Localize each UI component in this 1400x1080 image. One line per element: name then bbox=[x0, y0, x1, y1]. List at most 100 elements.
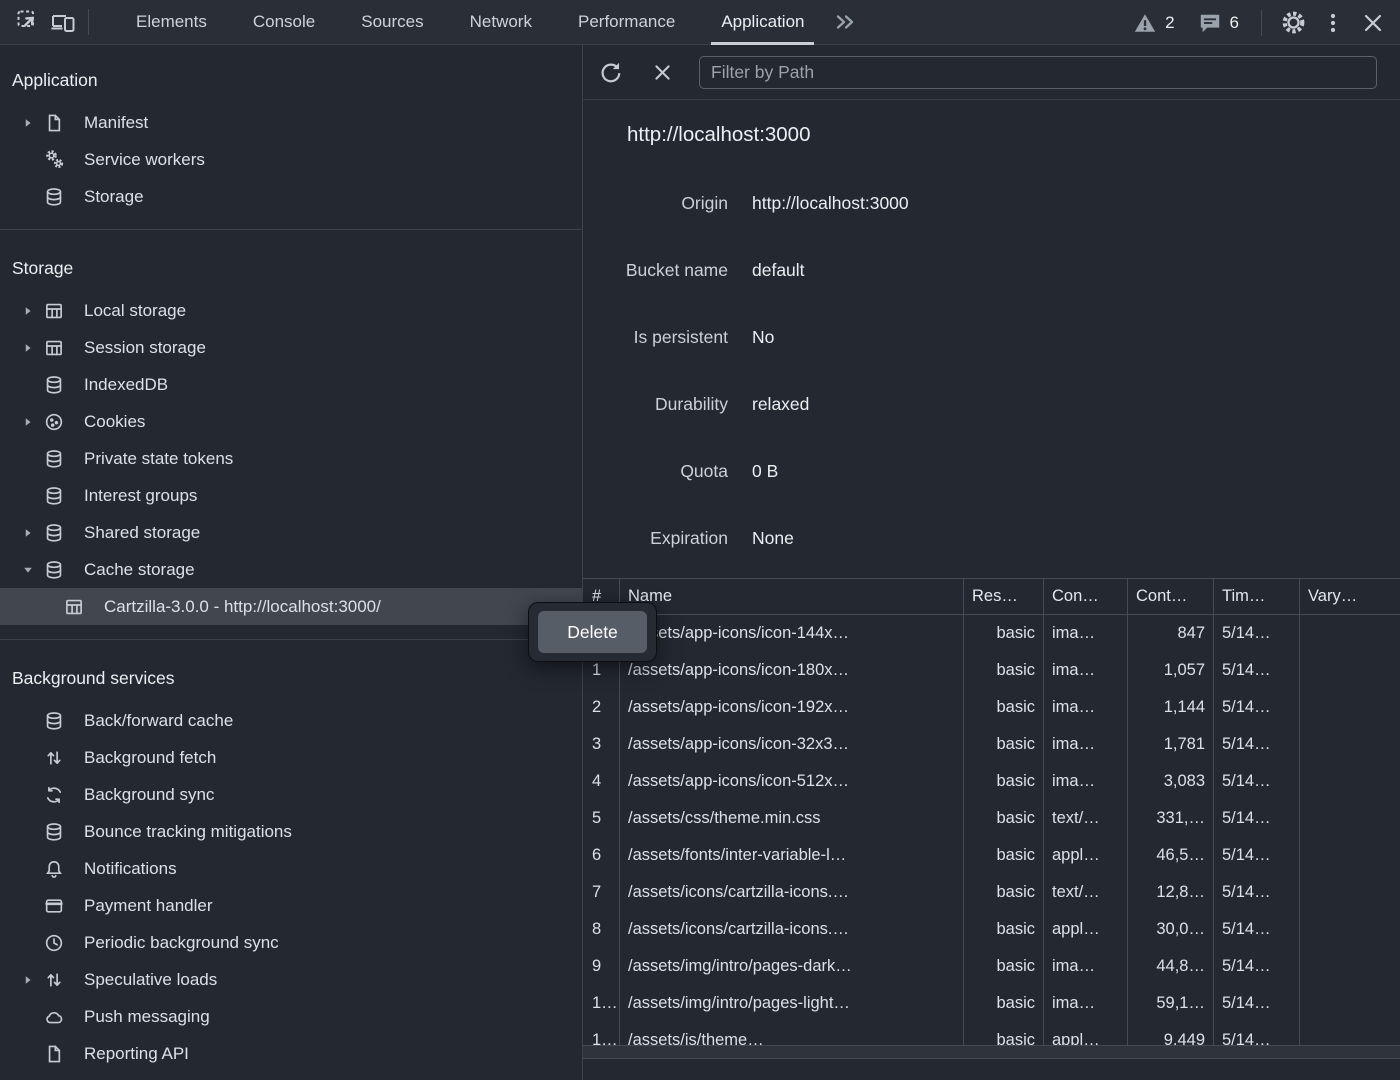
database-icon bbox=[44, 523, 74, 543]
sidebar-item-bounce-tracking-mitigations[interactable]: Bounce tracking mitigations bbox=[0, 813, 582, 850]
cell-vary bbox=[1300, 837, 1400, 874]
sidebar-item-indexeddb[interactable]: IndexedDB bbox=[0, 366, 582, 403]
card-icon bbox=[44, 896, 74, 916]
meta-row-origin: Origin http://localhost:3000 bbox=[583, 170, 1400, 237]
inspect-icon[interactable] bbox=[12, 5, 46, 39]
column-header-vary[interactable]: Vary… bbox=[1300, 579, 1400, 614]
table-row[interactable]: 9/assets/img/intro/pages-dark…basicima…4… bbox=[583, 948, 1400, 985]
sidebar-item-session-storage[interactable]: Session storage bbox=[0, 329, 582, 366]
sidebar-item-cache-storage[interactable]: Cache storage bbox=[0, 551, 582, 588]
table-row[interactable]: 1…/assets/js/theme…basicappl…9,4495/14… bbox=[583, 1022, 1400, 1045]
tab-sources[interactable]: Sources bbox=[343, 0, 441, 45]
cell-content-length: 1,781 bbox=[1128, 726, 1214, 763]
sidebar-item-periodic-background-sync[interactable]: Periodic background sync bbox=[0, 924, 582, 961]
database-icon bbox=[44, 822, 74, 842]
tab-performance[interactable]: Performance bbox=[560, 0, 693, 45]
sidebar-item-background-sync[interactable]: Background sync bbox=[0, 776, 582, 813]
cell-vary bbox=[1300, 726, 1400, 763]
devtools-window: Elements Console Sources Network Perform… bbox=[0, 0, 1400, 1080]
table-row[interactable]: 5/assets/css/theme.min.cssbasictext/…331… bbox=[583, 800, 1400, 837]
meta-row-quota: Quota 0 B bbox=[583, 438, 1400, 505]
cell-content-length: 59,1… bbox=[1128, 985, 1214, 1022]
sidebar-item-storage[interactable]: Storage bbox=[0, 178, 582, 215]
tab-application[interactable]: Application bbox=[703, 0, 822, 45]
chevron-right-icon[interactable] bbox=[22, 342, 44, 354]
sidebar-item-label: Notifications bbox=[84, 859, 177, 879]
tab-console[interactable]: Console bbox=[235, 0, 333, 45]
sidebar-item-label: Session storage bbox=[84, 338, 206, 358]
sidebar-item-back-forward-cache[interactable]: Back/forward cache bbox=[0, 702, 582, 739]
sidebar-item-label: Push messaging bbox=[84, 1007, 210, 1027]
chevron-down-icon[interactable] bbox=[22, 564, 44, 576]
sidebar-item-cookies[interactable]: Cookies bbox=[0, 403, 582, 440]
filter-by-path-input[interactable] bbox=[699, 56, 1377, 89]
more-tabs-icon[interactable] bbox=[827, 10, 863, 34]
column-header-name[interactable]: Name bbox=[620, 579, 964, 614]
chevron-right-icon[interactable] bbox=[22, 416, 44, 428]
cell-content-type: appl… bbox=[1044, 1022, 1128, 1045]
cell-content-length: 44,8… bbox=[1128, 948, 1214, 985]
kebab-menu-icon[interactable] bbox=[1316, 6, 1350, 40]
column-header-content-type[interactable]: Con… bbox=[1044, 579, 1128, 614]
table-row[interactable]: 1…/assets/img/intro/pages-light…basicima… bbox=[583, 985, 1400, 1022]
cell-content-type: text/… bbox=[1044, 874, 1128, 911]
sidebar-item-background-fetch[interactable]: Background fetch bbox=[0, 739, 582, 776]
chevron-right-icon[interactable] bbox=[22, 974, 44, 986]
console-messages-badge[interactable]: 6 bbox=[1189, 10, 1247, 36]
cell-content-length: 1,057 bbox=[1128, 652, 1214, 689]
sidebar-item-label: Reporting API bbox=[84, 1044, 189, 1064]
sidebar-item-service-workers[interactable]: Service workers bbox=[0, 141, 582, 178]
cell-name: /assets/app-icons/icon-192x… bbox=[620, 689, 964, 726]
cell-index: 3 bbox=[583, 726, 620, 763]
tab-elements[interactable]: Elements bbox=[118, 0, 225, 45]
table-row[interactable]: 2/assets/app-icons/icon-192x…basicima…1,… bbox=[583, 689, 1400, 726]
cell-content-length: 1,144 bbox=[1128, 689, 1214, 726]
cell-index: 1… bbox=[583, 1022, 620, 1045]
table-row[interactable]: 6/assets/fonts/inter-variable-l…basicapp… bbox=[583, 837, 1400, 874]
sidebar-item-push-messaging[interactable]: Push messaging bbox=[0, 998, 582, 1035]
cell-index: 7 bbox=[583, 874, 620, 911]
tab-network[interactable]: Network bbox=[452, 0, 550, 45]
column-header-response-type[interactable]: Res… bbox=[964, 579, 1044, 614]
chevron-right-icon[interactable] bbox=[22, 527, 44, 539]
column-header-time-cached[interactable]: Tim… bbox=[1214, 579, 1300, 614]
device-toolbar-icon[interactable] bbox=[46, 5, 80, 39]
sidebar-item-cache-cartzilla[interactable]: Cartzilla-3.0.0 - http://localhost:3000/ bbox=[0, 588, 582, 625]
cell-response-type: basic bbox=[964, 652, 1044, 689]
table-icon bbox=[44, 338, 74, 358]
sidebar-item-notifications[interactable]: Notifications bbox=[0, 850, 582, 887]
column-header-content-length[interactable]: Cont… bbox=[1128, 579, 1214, 614]
cell-vary bbox=[1300, 689, 1400, 726]
cell-time-cached: 5/14… bbox=[1214, 652, 1300, 689]
delete-button[interactable]: Delete bbox=[538, 611, 647, 653]
table-row[interactable]: 4/assets/app-icons/icon-512x…basicima…3,… bbox=[583, 763, 1400, 800]
settings-gear-icon[interactable] bbox=[1276, 6, 1310, 40]
table-row[interactable]: 1/assets/app-icons/icon-180x…basicima…1,… bbox=[583, 652, 1400, 689]
sidebar-item-private-state-tokens[interactable]: Private state tokens bbox=[0, 440, 582, 477]
chevron-right-icon[interactable] bbox=[22, 117, 44, 129]
sidebar-item-shared-storage[interactable]: Shared storage bbox=[0, 514, 582, 551]
chevron-right-icon[interactable] bbox=[22, 305, 44, 317]
cell-content-length: 847 bbox=[1128, 615, 1214, 652]
sidebar-item-reporting-api[interactable]: Reporting API bbox=[0, 1035, 582, 1072]
sidebar-item-manifest[interactable]: Manifest bbox=[0, 104, 582, 141]
cookie-icon bbox=[44, 412, 74, 432]
clear-icon[interactable] bbox=[647, 57, 677, 87]
table-row[interactable]: 8/assets/icons/cartzilla-icons.…basicapp… bbox=[583, 911, 1400, 948]
close-icon[interactable] bbox=[1356, 6, 1390, 40]
cell-response-type: basic bbox=[964, 837, 1044, 874]
sidebar-item-local-storage[interactable]: Local storage bbox=[0, 292, 582, 329]
sidebar-item-payment-handler[interactable]: Payment handler bbox=[0, 887, 582, 924]
sidebar-item-interest-groups[interactable]: Interest groups bbox=[0, 477, 582, 514]
horizontal-scrollbar[interactable] bbox=[583, 1045, 1400, 1059]
table-row[interactable]: 7/assets/icons/cartzilla-icons.…basictex… bbox=[583, 874, 1400, 911]
table-row[interactable]: 0/assets/app-icons/icon-144x…basicima…84… bbox=[583, 615, 1400, 652]
cell-response-type: basic bbox=[964, 615, 1044, 652]
cell-content-length: 331,… bbox=[1128, 800, 1214, 837]
refresh-icon[interactable] bbox=[595, 57, 625, 87]
warnings-badge[interactable]: 2 bbox=[1124, 10, 1182, 36]
cell-vary bbox=[1300, 800, 1400, 837]
sidebar-item-speculative-loads[interactable]: Speculative loads bbox=[0, 961, 582, 998]
section-header-storage: Storage bbox=[0, 250, 582, 287]
table-row[interactable]: 3/assets/app-icons/icon-32x3…basicima…1,… bbox=[583, 726, 1400, 763]
